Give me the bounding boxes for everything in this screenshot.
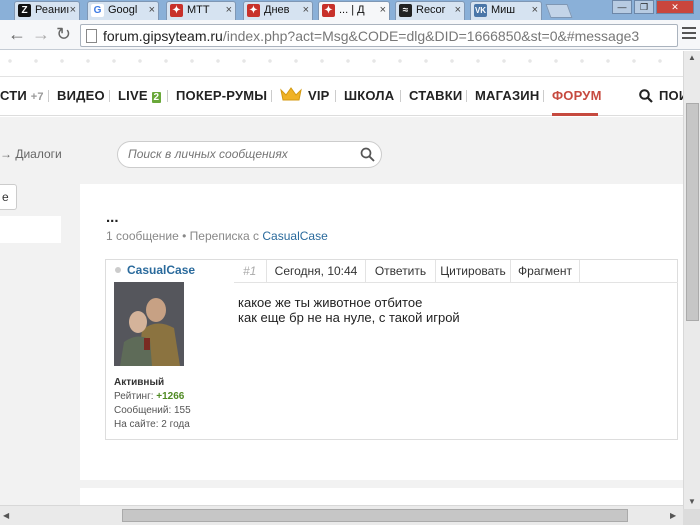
tab-label: Googl xyxy=(108,4,138,16)
browser-menu-icon[interactable] xyxy=(682,27,696,42)
nav-item-bets[interactable]: СТАВКИ xyxy=(409,88,462,103)
search-icon[interactable] xyxy=(639,89,653,103)
scroll-right-icon[interactable]: ▶ xyxy=(670,511,676,520)
nav-item-school[interactable]: ШКОЛА xyxy=(344,88,394,103)
post-number[interactable]: #1 xyxy=(243,264,256,278)
horizontal-scrollbar[interactable]: ◀ ▶ xyxy=(0,505,683,525)
nav-item-forum[interactable]: ФОРУМ xyxy=(552,88,602,103)
browser-tab[interactable]: Z Реаниı × xyxy=(14,1,80,20)
scroll-up-icon[interactable]: ▲ xyxy=(688,53,696,62)
back-icon[interactable]: ← xyxy=(8,24,26,44)
tab-favicon-icon: G xyxy=(91,4,104,17)
window-close-icon[interactable]: ✕ xyxy=(656,0,694,14)
left-panel xyxy=(0,216,61,243)
nav-item-live[interactable]: LIVE 2 xyxy=(118,88,162,103)
nav-item-shop[interactable]: МАГАЗИН xyxy=(475,88,539,103)
page-icon xyxy=(86,29,97,43)
breadcrumb[interactable]: → Диалоги xyxy=(0,147,62,161)
tab-label: MTT xyxy=(187,4,210,16)
user-message-count: Сообщений: 155 xyxy=(114,405,191,416)
message-count: 1 сообщение xyxy=(106,229,179,243)
tab-favicon-icon: Z xyxy=(18,4,31,17)
browser-toolbar: ← → ↻ forum.gipsyteam.ru/index.php?act=M… xyxy=(0,20,700,50)
message-post: CasualCase Активный Рейтинг: +1266 Сообщ… xyxy=(105,259,678,440)
dialog-meta: 1 сообщение • Переписка с CasualCase xyxy=(106,229,328,243)
tab-favicon-icon: ✦ xyxy=(247,4,260,17)
post-date: Сегодня, 10:44 xyxy=(266,260,366,282)
scroll-left-icon[interactable]: ◀ xyxy=(3,511,9,520)
tab-label: Recor xyxy=(416,4,446,16)
close-icon[interactable]: × xyxy=(226,2,232,19)
online-status-icon xyxy=(115,267,121,273)
browser-tab[interactable]: ✦ Днев × xyxy=(243,1,313,20)
quote-button[interactable]: Цитировать xyxy=(436,260,511,282)
tab-label: Реаниı xyxy=(35,4,70,16)
scroll-down-icon[interactable]: ▼ xyxy=(688,497,696,506)
user-site-time: На сайте: 2 года xyxy=(114,419,190,430)
nav-item-news[interactable]: СТИ +7 xyxy=(0,88,44,103)
forward-icon[interactable]: → xyxy=(32,24,50,44)
close-icon[interactable]: × xyxy=(455,2,461,19)
tab-label: ... | Д xyxy=(339,4,365,16)
browser-tab[interactable]: ≈ Recor × xyxy=(395,1,465,20)
new-tab-button[interactable] xyxy=(545,4,573,18)
conversation-label: Переписка с xyxy=(189,229,260,243)
site-header-banner xyxy=(0,51,683,77)
nav-item-poker-rooms[interactable]: ПОКЕР-РУМЫ xyxy=(176,88,267,103)
post-text-line: какое же ты животное отбитое xyxy=(238,295,423,310)
post-toolbar: #1 Сегодня, 10:44 Ответить Цитировать Фр… xyxy=(234,260,678,283)
tab-label: Миш xyxy=(491,4,516,16)
tab-favicon-icon: ✦ xyxy=(322,4,335,17)
tab-favicon-icon: ✦ xyxy=(170,4,183,17)
post-body: какое же ты животное отбитое как еще бр … xyxy=(238,295,460,325)
dialog-title: ... xyxy=(106,209,119,226)
tab-favicon-icon: VK xyxy=(474,4,487,17)
active-nav-indicator xyxy=(552,113,598,116)
tab-favicon-icon: ≈ xyxy=(399,4,412,17)
nav-item-vip[interactable]: VIP xyxy=(308,88,330,103)
user-status: Активный xyxy=(114,377,165,388)
conversation-user-link[interactable]: CasualCase xyxy=(262,229,327,243)
nav-item-video[interactable]: ВИДЕО xyxy=(57,88,105,103)
author-column: CasualCase Активный Рейтинг: +1266 Сообщ… xyxy=(106,260,234,439)
close-icon[interactable]: × xyxy=(303,2,309,19)
browser-tab[interactable]: ✦ MTT × xyxy=(166,1,236,20)
browser-tab-active[interactable]: ✦ ... | Д × xyxy=(318,1,390,20)
address-bar[interactable]: forum.gipsyteam.ru/index.php?act=Msg&COD… xyxy=(80,24,678,47)
vertical-scroll-thumb[interactable] xyxy=(686,103,699,321)
close-icon[interactable]: × xyxy=(149,2,155,19)
minimize-icon[interactable]: — xyxy=(612,0,632,14)
author-name-link[interactable]: CasualCase xyxy=(127,263,195,277)
maximize-icon[interactable]: ❐ xyxy=(634,0,654,14)
crown-icon xyxy=(280,87,302,101)
browser-tab[interactable]: VK Миш × xyxy=(470,1,542,20)
search-input[interactable] xyxy=(128,147,353,161)
scroll-corner xyxy=(683,509,700,525)
browser-tab[interactable]: G Googl × xyxy=(87,1,159,20)
reload-icon[interactable]: ↻ xyxy=(56,24,71,44)
close-icon[interactable]: × xyxy=(380,2,386,19)
avatar[interactable] xyxy=(114,282,184,366)
site-nav: СТИ +7 ВИДЕО LIVE 2 ПОКЕР-РУМЫ VIP ШКОЛА… xyxy=(0,78,688,116)
horizontal-scroll-thumb[interactable] xyxy=(122,509,628,522)
message-search[interactable] xyxy=(117,141,382,168)
vertical-scrollbar[interactable]: ▲ ▼ xyxy=(683,51,700,509)
fragment-button[interactable]: Фрагмент xyxy=(511,260,580,282)
browser-tab-strip: Z Реаниı × G Googl × ✦ MTT × ✦ Днев × ✦ … xyxy=(0,0,700,20)
post-text-line: как еще бр не на нуле, с такой игрой xyxy=(238,310,460,325)
close-icon[interactable]: × xyxy=(532,2,538,19)
url-text[interactable]: forum.gipsyteam.ru/index.php?act=Msg&COD… xyxy=(103,27,639,45)
close-icon[interactable]: × xyxy=(70,2,76,19)
user-rating: Рейтинг: +1266 xyxy=(114,391,185,402)
tab-label: Днев xyxy=(264,4,290,16)
left-side-button[interactable]: е xyxy=(0,184,17,210)
search-icon[interactable] xyxy=(360,147,375,162)
reply-button[interactable]: Ответить xyxy=(366,260,436,282)
